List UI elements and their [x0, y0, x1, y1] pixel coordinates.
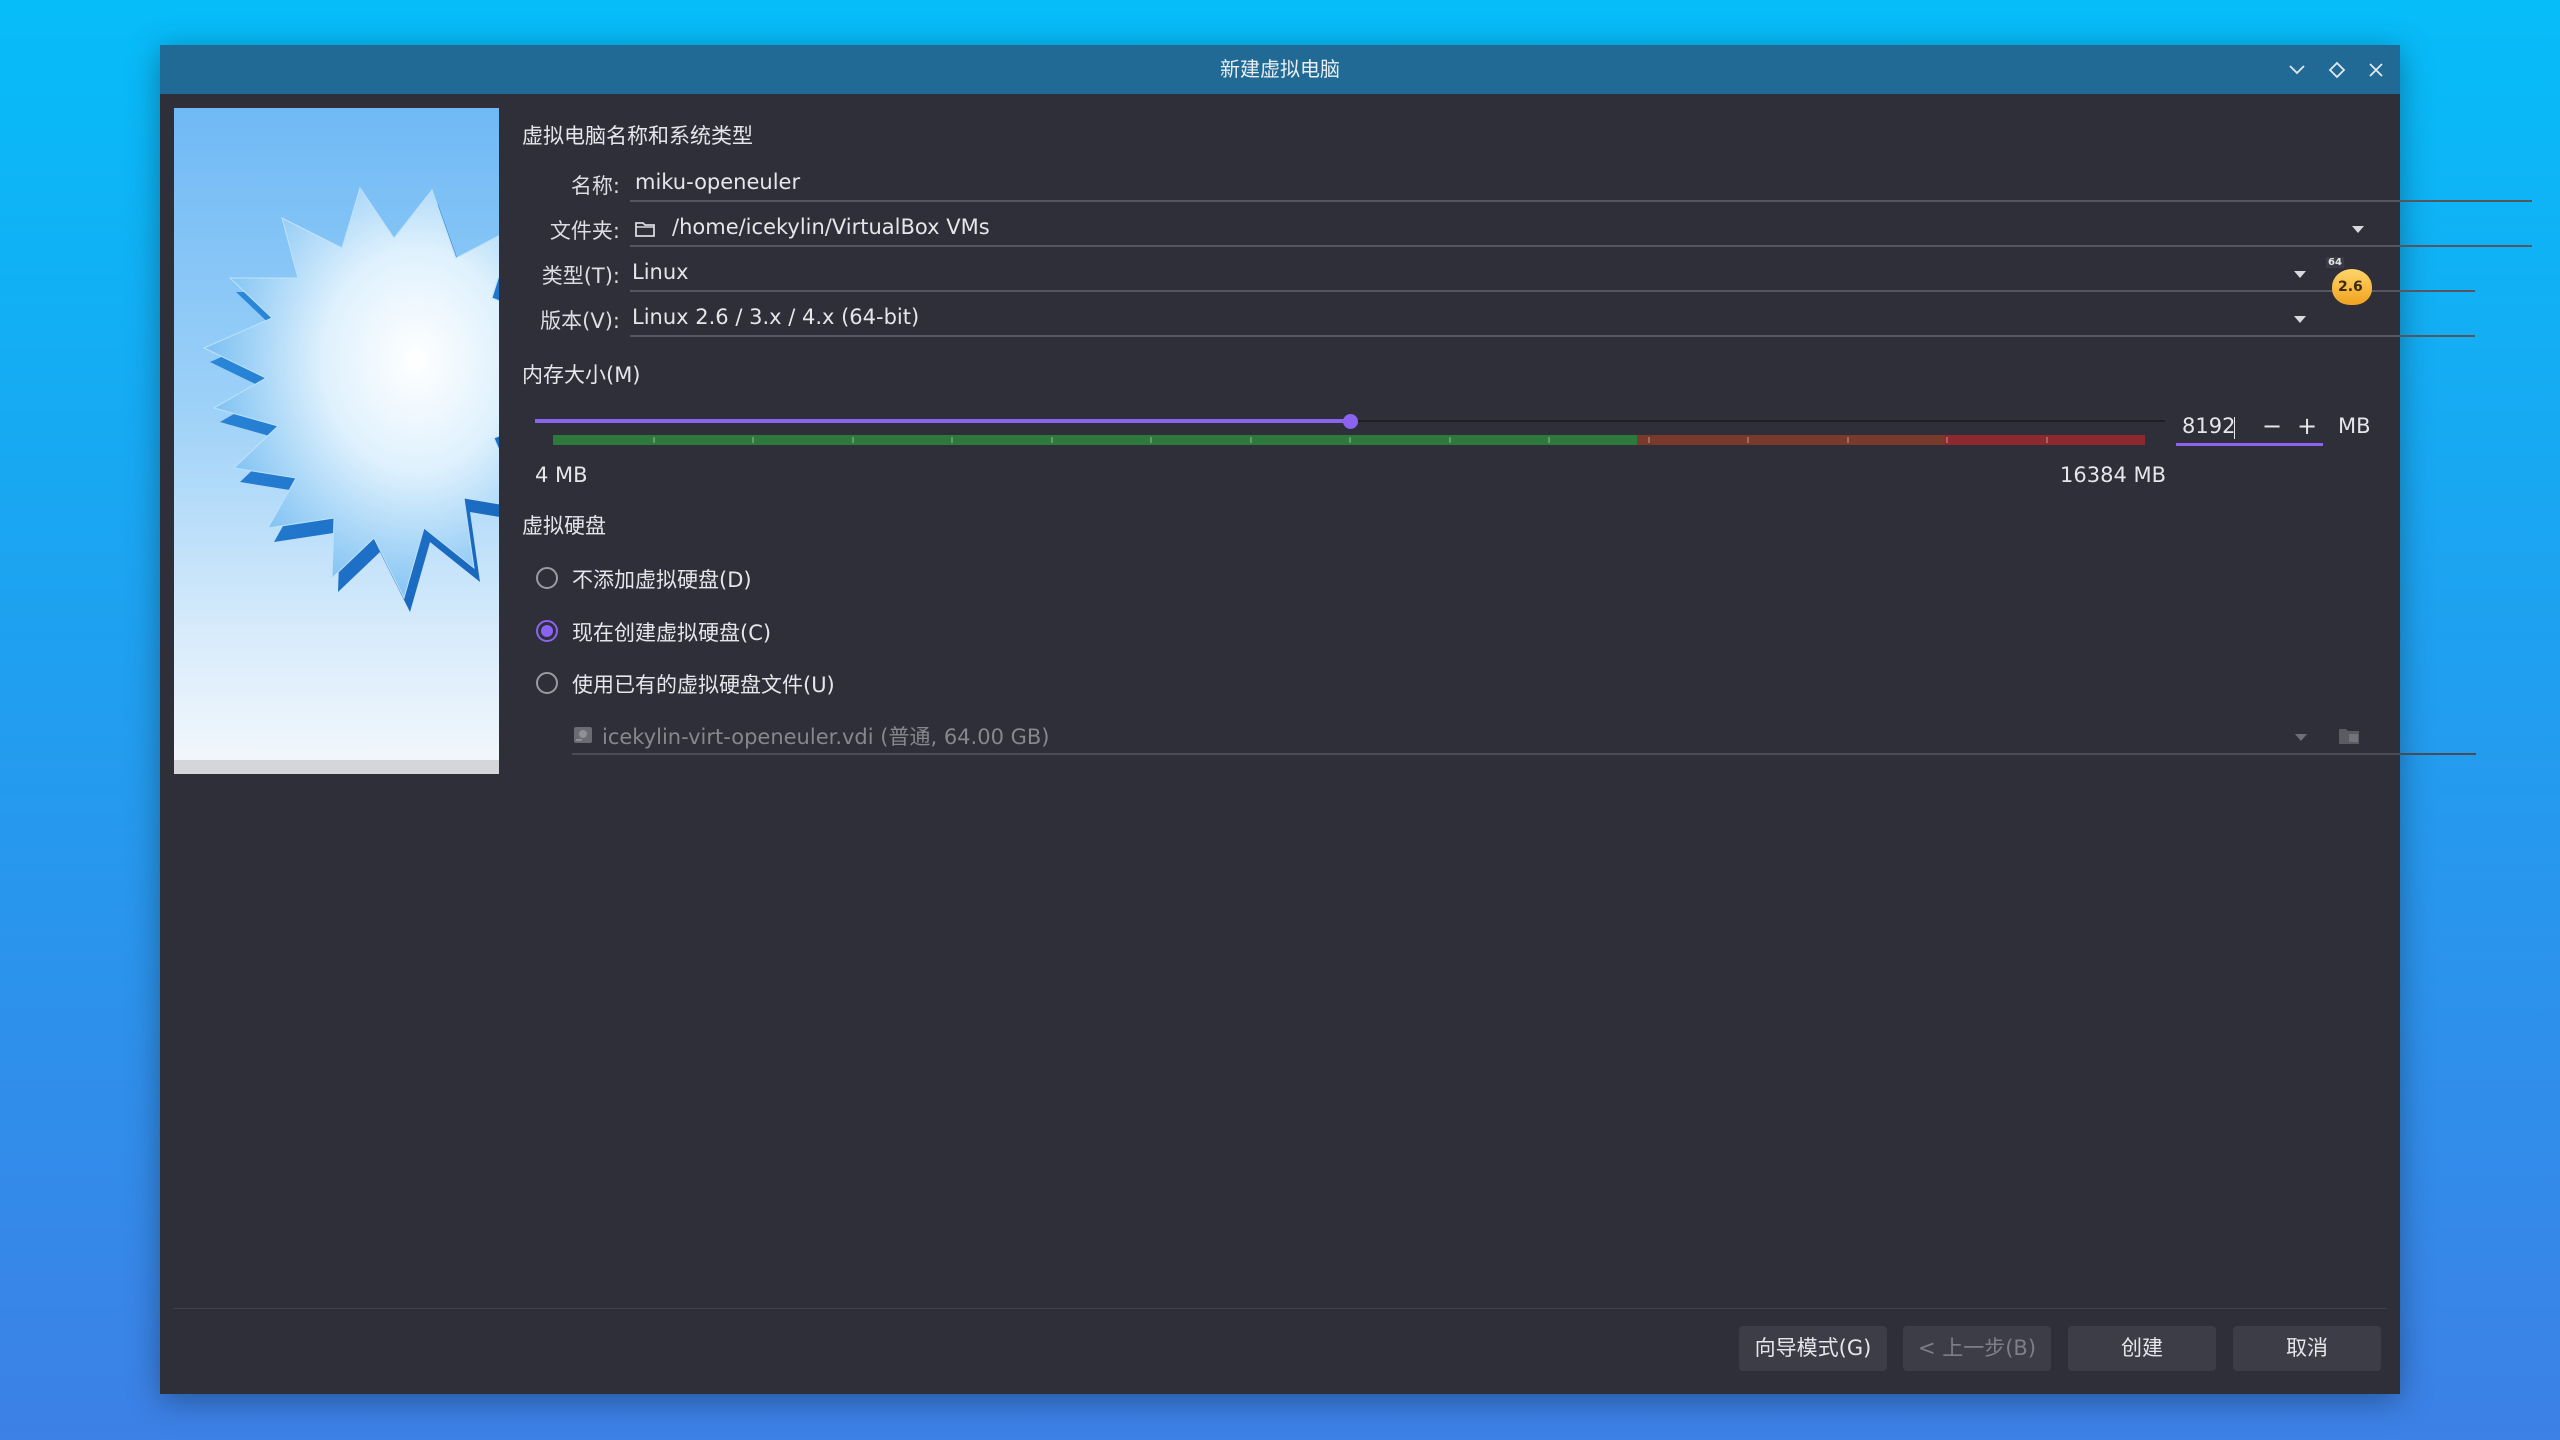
- guided-mode-button[interactable]: 向导模式(G): [1739, 1326, 1887, 1371]
- slider-tick: [852, 437, 854, 443]
- wizard-banner-image: [174, 108, 499, 774]
- minimize-button[interactable]: [2284, 57, 2310, 83]
- folder-select[interactable]: /home/icekylin/VirtualBox VMs: [672, 215, 990, 239]
- slider-tick: [2046, 437, 2048, 443]
- banner-divider: [174, 760, 499, 774]
- slider-fill: [535, 419, 1350, 423]
- os-bits-badge: 64: [2326, 257, 2344, 268]
- existing-disk-dropdown-arrow-icon[interactable]: [2295, 734, 2307, 741]
- slider-tick: [1250, 437, 1252, 443]
- os-version-badge: 2.6: [2338, 279, 2363, 295]
- text-cursor: [2234, 417, 2235, 439]
- footer-divider: [174, 1308, 2386, 1309]
- starburst-logo-icon: [202, 186, 499, 612]
- name-input[interactable]: miku-openeuler: [635, 170, 800, 194]
- radio-existing-disk[interactable]: [536, 672, 558, 694]
- radio-existing-disk-label[interactable]: 使用已有的虚拟硬盘文件(U): [572, 669, 835, 699]
- section-title-disk: 虚拟硬盘: [522, 514, 606, 538]
- slider-tick: [951, 437, 953, 443]
- memory-spinbox-input[interactable]: 8192: [2182, 414, 2235, 438]
- folder-icon: [635, 222, 655, 237]
- version-dropdown-arrow-icon[interactable]: [2294, 316, 2306, 323]
- slider-tick: [1747, 437, 1749, 443]
- memory-slider[interactable]: [535, 411, 2165, 447]
- window-title: 新建虚拟电脑: [1220, 57, 1340, 81]
- cancel-button[interactable]: 取消: [2233, 1326, 2381, 1371]
- radio-no-disk[interactable]: [536, 567, 558, 589]
- linux-os-icon: 64 2.6: [2326, 257, 2374, 307]
- section-title-name-type: 虚拟电脑名称和系统类型: [522, 124, 753, 148]
- radio-no-disk-label[interactable]: 不添加虚拟硬盘(D): [572, 564, 752, 594]
- radio-create-disk[interactable]: [536, 620, 558, 642]
- close-button[interactable]: [2363, 57, 2389, 83]
- folder-dropdown-arrow-icon[interactable]: [2352, 226, 2364, 233]
- name-input-underline: [630, 200, 2532, 202]
- version-select[interactable]: Linux 2.6 / 3.x / 4.x (64-bit): [632, 305, 919, 329]
- slider-tick: [1847, 437, 1849, 443]
- slider-tick: [1150, 437, 1152, 443]
- radio-create-disk-label[interactable]: 现在创建虚拟硬盘(C): [572, 617, 771, 647]
- version-label: 版本(V):: [540, 309, 620, 333]
- maximize-button[interactable]: [2324, 57, 2350, 83]
- slider-tick: [752, 437, 754, 443]
- slider-tick: [1946, 437, 1948, 443]
- slider-tick: [1648, 437, 1650, 443]
- slider-tick: [1349, 437, 1351, 443]
- close-icon: [2369, 63, 2383, 77]
- type-dropdown-arrow-icon[interactable]: [2294, 271, 2306, 278]
- memory-spinbox-underline: [2176, 443, 2323, 446]
- slider-tick: [1449, 437, 1451, 443]
- create-button[interactable]: 创建: [2068, 1326, 2216, 1371]
- slider-tick: [1051, 437, 1053, 443]
- type-select[interactable]: Linux: [632, 260, 689, 284]
- name-label: 名称:: [570, 174, 620, 198]
- hard-disk-icon: [574, 727, 592, 743]
- memory-decrement-button[interactable]: −: [2262, 412, 2282, 440]
- slider-tick: [1548, 437, 1550, 443]
- version-select-underline: [630, 335, 2475, 337]
- existing-disk-underline: [572, 753, 2476, 755]
- memory-min-label: 4 MB: [535, 463, 588, 487]
- memory-max-label: 16384 MB: [2060, 463, 2167, 487]
- slider-tick: [653, 437, 655, 443]
- existing-disk-select[interactable]: icekylin-virt-openeuler.vdi (普通, 64.00 G…: [602, 721, 1049, 751]
- slider-handle[interactable]: [1343, 414, 1358, 429]
- title-bar: 新建虚拟电脑: [160, 45, 2400, 94]
- memory-increment-button[interactable]: +: [2297, 412, 2317, 440]
- back-button[interactable]: < 上一步(B): [1903, 1326, 2051, 1371]
- diamond-icon: [2328, 61, 2346, 79]
- type-label: 类型(T):: [541, 264, 620, 288]
- memory-unit-label: MB: [2338, 414, 2371, 438]
- section-title-memory: 内存大小(M): [522, 363, 641, 387]
- new-vm-dialog: 新建虚拟电脑 虚拟电脑名称和系统类型 名称: miku-openeuler 文件…: [160, 45, 2532, 1394]
- slider-ticks: [553, 435, 2145, 445]
- browse-disk-icon[interactable]: [2337, 725, 2361, 747]
- type-select-underline: [630, 290, 2475, 292]
- chevron-down-icon: [2289, 65, 2305, 75]
- folder-label: 文件夹:: [549, 219, 620, 243]
- folder-select-underline: [630, 245, 2532, 247]
